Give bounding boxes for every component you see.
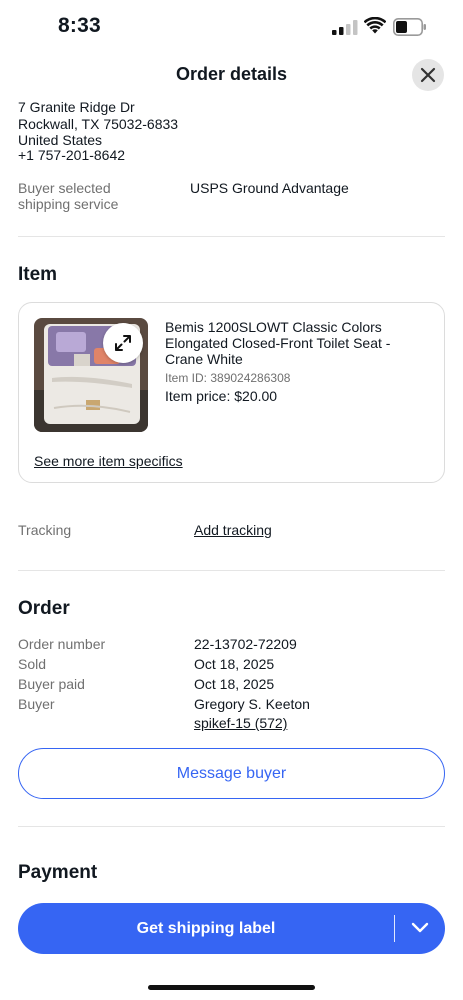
buyer-label: Buyer [18,696,55,712]
order-number-label: Order number [18,636,106,652]
divider [18,826,445,827]
get-shipping-label-button[interactable]: Get shipping label [18,903,394,954]
close-icon [420,67,436,83]
shipping-service-label-line1: Buyer selected [18,180,111,196]
buyer-username-link[interactable]: spikef-15 (572) [194,715,287,731]
wifi-icon [364,17,386,34]
chevron-down-icon [411,922,429,933]
item-title[interactable]: Bemis 1200SLOWT Classic Colors Elongated… [165,319,431,367]
status-time: 8:33 [58,14,101,37]
address-city: Rockwall, TX 75032-6833 [18,116,179,132]
divider [18,570,445,571]
address-country: United States [18,132,103,148]
shipping-service-label-line2: shipping service [18,196,119,212]
close-button[interactable] [412,59,444,91]
item-section-title: Item [18,264,58,285]
shipping-service-value: USPS Ground Advantage [190,180,349,196]
get-shipping-label-bar: Get shipping label [18,903,445,954]
order-section-title: Order [18,598,70,619]
expand-image-button[interactable] [103,323,143,363]
more-actions-dropdown-button[interactable] [395,903,445,954]
cellular-signal-icon [332,20,358,35]
order-number-value: 22-13702-72209 [194,636,297,652]
address-phone: +1 757-201-8642 [18,147,126,163]
payment-section-title: Payment [18,862,98,883]
buyer-paid-label: Buyer paid [18,676,85,692]
page-title: Order details [175,64,288,84]
battery-icon [393,18,426,36]
expand-icon [115,335,131,351]
buyer-name-value: Gregory S. Keeton [194,696,310,712]
divider [18,236,445,237]
message-buyer-button[interactable]: Message buyer [18,748,445,799]
add-tracking-link[interactable]: Add tracking [194,522,272,538]
see-more-item-specifics-link[interactable]: See more item specifics [34,453,183,469]
sold-date-value: Oct 18, 2025 [194,656,275,672]
home-indicator [148,985,315,990]
item-id: Item ID: 389024286308 [165,371,291,385]
tracking-label: Tracking [18,522,72,538]
buyer-paid-date-value: Oct 18, 2025 [194,676,275,692]
address-street: 7 Granite Ridge Dr [18,99,135,115]
sold-label: Sold [18,656,47,672]
item-price: Item price: $20.00 [165,388,278,404]
